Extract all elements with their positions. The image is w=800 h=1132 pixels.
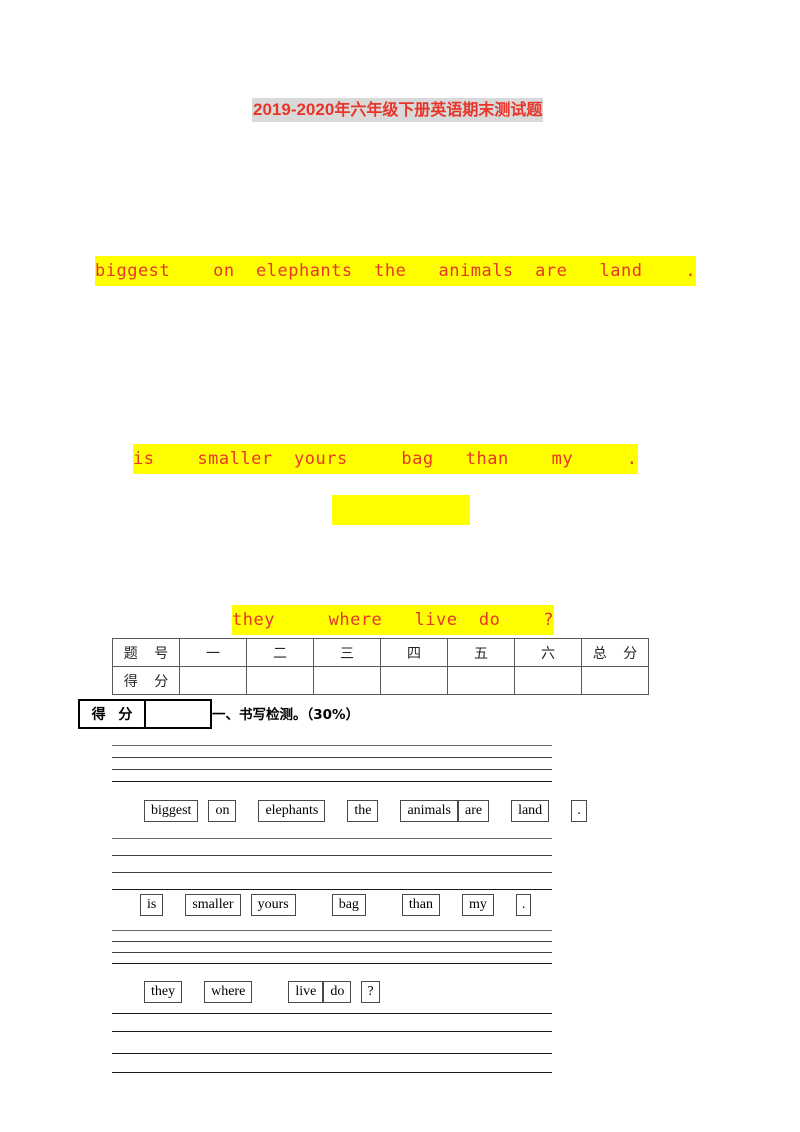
table-row-scores: 得 分 [112, 666, 649, 695]
writing-line [112, 781, 552, 782]
word-box[interactable]: live [288, 981, 324, 1003]
word-box[interactable]: my [462, 894, 494, 916]
table-cell-score-1[interactable] [179, 666, 247, 695]
word-box-punctuation[interactable]: . [571, 800, 587, 822]
writing-line [112, 838, 552, 839]
word-box[interactable]: is [140, 894, 164, 916]
word-box[interactable]: yours [250, 894, 296, 916]
page-title-year: 2019-2020 [253, 100, 335, 119]
score-box-value[interactable] [146, 701, 210, 727]
word-box-punctuation[interactable]: . [515, 894, 532, 916]
word-box-punctuation[interactable]: ? [361, 981, 380, 1003]
writing-line [112, 930, 552, 931]
table-cell-header-total: 总 分 [581, 638, 649, 667]
word-box[interactable]: where [204, 981, 253, 1003]
table-cell-score-6[interactable] [514, 666, 582, 695]
word-box[interactable]: elephants [258, 800, 326, 822]
writing-line [112, 952, 552, 953]
writing-line [112, 745, 552, 746]
highlighted-sentence-3: they where live do ? [232, 605, 555, 635]
score-table: 题 号 一 二 三 四 五 六 总 分 得 分 [112, 638, 649, 695]
table-cell-score-3[interactable] [313, 666, 381, 695]
table-cell-header-6: 六 [514, 638, 582, 667]
word-box[interactable]: on [208, 800, 237, 822]
table-cell-score-total[interactable] [581, 666, 649, 695]
word-box[interactable]: biggest [144, 800, 199, 822]
page-title: 2019-2020年六年级下册英语期末测试题 [252, 98, 544, 122]
writing-line [112, 872, 552, 873]
writing-line [112, 757, 552, 758]
word-box[interactable]: land [511, 800, 550, 822]
table-cell-header-4: 四 [380, 638, 448, 667]
word-row-2: is smaller yours bag than my . [140, 894, 532, 916]
writing-line [112, 941, 552, 942]
writing-line [112, 769, 552, 770]
word-box[interactable]: are [457, 800, 490, 822]
table-cell-score-label: 得 分 [112, 666, 180, 695]
word-box[interactable]: the [347, 800, 379, 822]
writing-line [112, 963, 552, 964]
word-row-1: biggest on elephants the animals are lan… [144, 800, 587, 822]
table-cell-header-3: 三 [313, 638, 381, 667]
word-box[interactable]: than [401, 894, 441, 916]
word-box[interactable]: do [323, 981, 352, 1003]
score-box: 得 分 [78, 699, 212, 729]
word-box[interactable]: smaller [185, 894, 241, 916]
word-box[interactable]: they [144, 981, 183, 1003]
table-cell-score-5[interactable] [447, 666, 515, 695]
writing-line [112, 855, 552, 856]
page-title-chinese: 年六年级下册英语期末测试题 [334, 100, 543, 119]
section-heading: 一、书写检测。（30%） [212, 707, 360, 723]
table-cell-header-1: 一 [179, 638, 247, 667]
table-cell-score-4[interactable] [380, 666, 448, 695]
word-row-3: they where live do ? [144, 981, 380, 1003]
writing-line [112, 1072, 552, 1073]
table-cell-header-5: 五 [447, 638, 515, 667]
highlighted-blank-block [332, 495, 470, 525]
word-box[interactable]: animals [400, 800, 458, 822]
writing-line [112, 1013, 552, 1014]
table-row-headers: 题 号 一 二 三 四 五 六 总 分 [112, 638, 649, 667]
highlighted-sentence-1: biggest on elephants the animals are lan… [95, 256, 697, 286]
table-cell-header-label: 题 号 [112, 638, 180, 667]
writing-line [112, 1053, 552, 1054]
writing-line [112, 1031, 552, 1032]
word-box[interactable]: bag [331, 894, 366, 916]
score-box-label: 得 分 [80, 701, 146, 727]
table-cell-score-2[interactable] [246, 666, 314, 695]
highlighted-sentence-2: is smaller yours bag than my . [133, 444, 638, 474]
table-cell-header-2: 二 [246, 638, 314, 667]
writing-line [112, 889, 552, 890]
